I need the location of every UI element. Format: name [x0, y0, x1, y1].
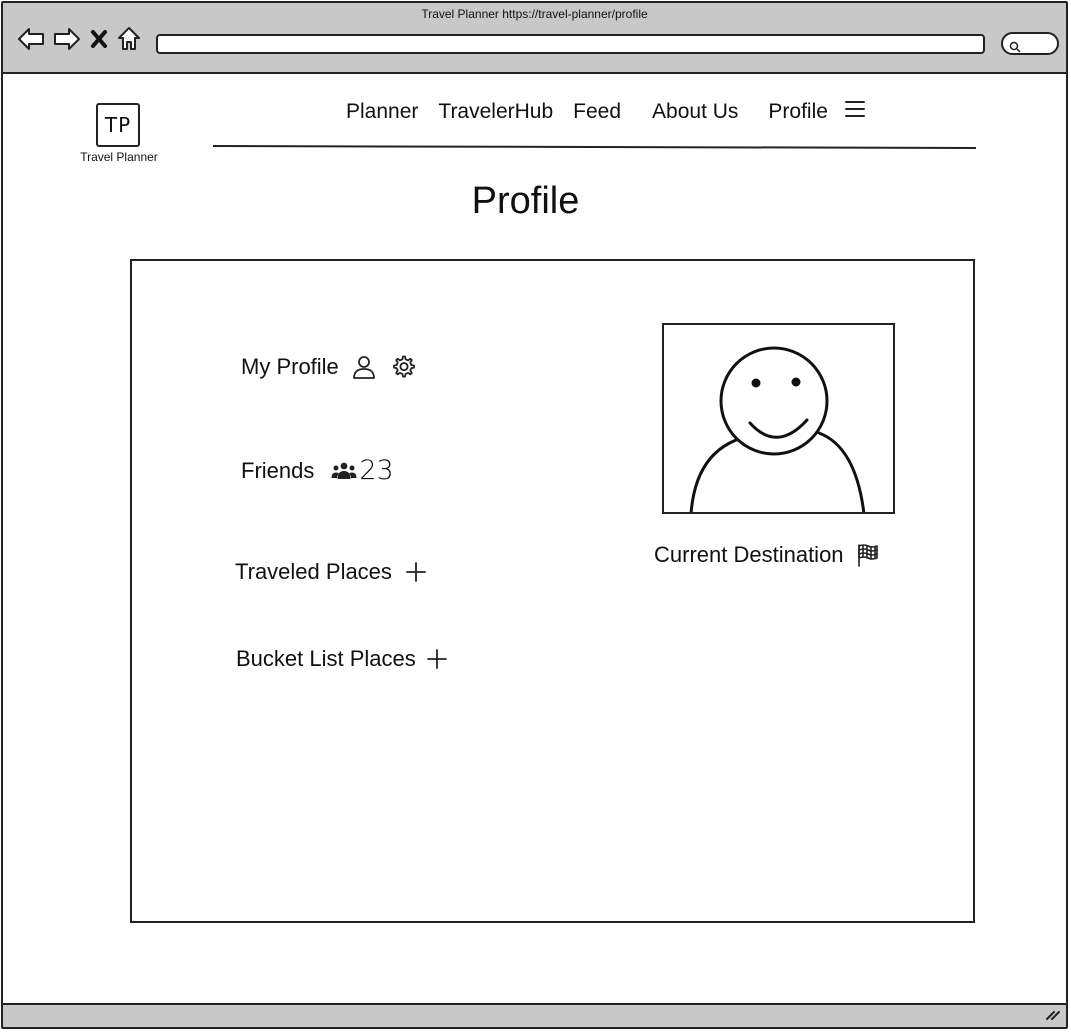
- nav-profile[interactable]: Profile: [768, 100, 828, 124]
- nav-travelerhub[interactable]: TravelerHub: [438, 100, 553, 124]
- flag-icon[interactable]: [856, 543, 880, 567]
- close-icon[interactable]: [89, 25, 109, 53]
- gear-icon[interactable]: [390, 354, 416, 380]
- user-icon[interactable]: [352, 354, 376, 380]
- avatar[interactable]: [662, 323, 895, 514]
- browser-nav-buttons: [17, 25, 141, 53]
- traveled-places-row: Traveled Places: [235, 559, 427, 585]
- search-icon: [1009, 38, 1021, 57]
- friends-row: Friends 23: [241, 455, 394, 486]
- bucket-list-label[interactable]: Bucket List Places: [236, 646, 416, 672]
- main-nav: Planner TravelerHub Feed About Us Profil…: [346, 97, 866, 127]
- address-bar[interactable]: [156, 34, 985, 54]
- logo[interactable]: TP: [96, 103, 140, 147]
- browser-toolbar: Travel Planner https://travel-planner/pr…: [3, 3, 1066, 74]
- profile-panel: My Profile Friends 23 Traveled Places Bu…: [130, 259, 975, 923]
- nav-planner[interactable]: Planner: [346, 100, 418, 124]
- avatar-placeholder: [689, 346, 866, 512]
- current-destination-row: Current Destination: [654, 542, 880, 568]
- traveled-places-label[interactable]: Traveled Places: [235, 559, 392, 585]
- nav-about-us[interactable]: About Us: [652, 100, 738, 124]
- friends-label[interactable]: Friends: [241, 458, 314, 484]
- browser-search[interactable]: [1001, 32, 1059, 55]
- back-icon[interactable]: [17, 25, 45, 53]
- page-title: Profile: [471, 180, 580, 222]
- home-icon[interactable]: [117, 25, 141, 53]
- status-bar: [3, 1003, 1066, 1027]
- group-icon: [331, 460, 357, 482]
- friends-count: 23: [359, 455, 394, 486]
- plus-icon[interactable]: [426, 648, 448, 670]
- resize-grip-icon[interactable]: [1044, 1005, 1060, 1025]
- current-destination-label[interactable]: Current Destination: [654, 542, 844, 568]
- plus-icon[interactable]: [405, 561, 427, 583]
- my-profile-row: My Profile: [241, 354, 416, 380]
- bucket-list-row: Bucket List Places: [236, 646, 448, 672]
- hamburger-menu-icon[interactable]: [844, 99, 866, 125]
- nav-feed[interactable]: Feed: [573, 100, 621, 124]
- logo-caption: Travel Planner: [80, 150, 158, 164]
- forward-icon[interactable]: [53, 25, 81, 53]
- my-profile-label[interactable]: My Profile: [241, 354, 339, 380]
- window-title: Travel Planner https://travel-planner/pr…: [421, 7, 648, 21]
